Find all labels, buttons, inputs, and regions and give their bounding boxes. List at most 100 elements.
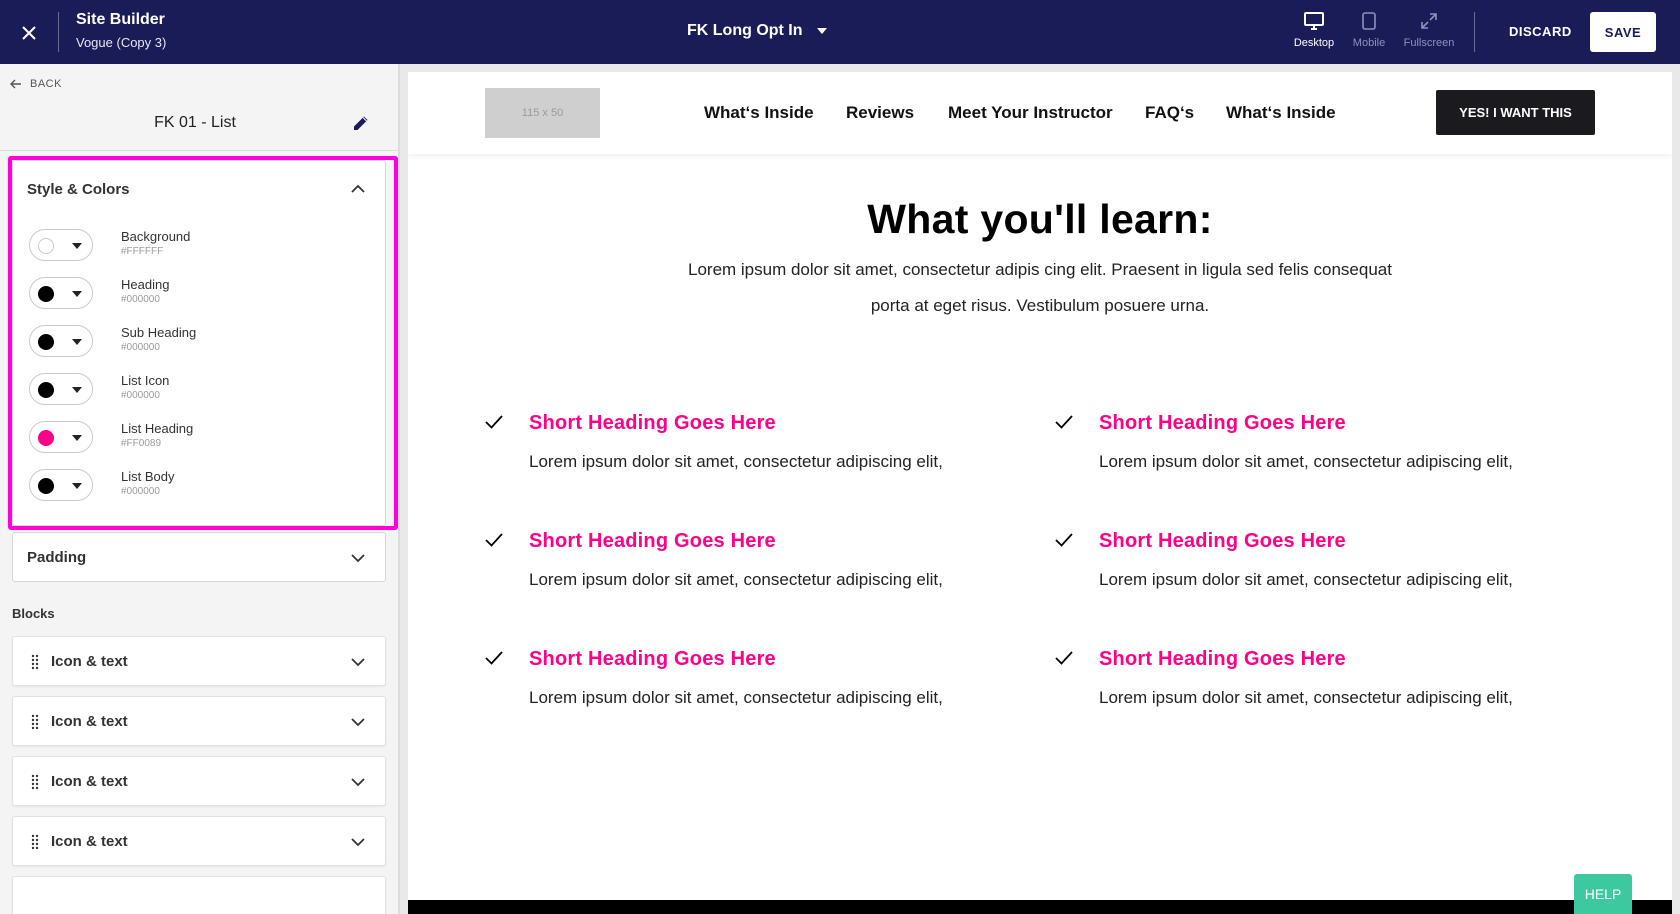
- style-colors-panel: Style & Colors Background #FFFFFF Headin…: [12, 160, 386, 526]
- chevron-down-icon: [351, 838, 365, 847]
- nav-link[interactable]: FAQ‘s: [1145, 103, 1194, 123]
- block-item[interactable]: Icon & text: [12, 816, 386, 866]
- list-heading-color-picker[interactable]: [29, 421, 93, 453]
- section-heading[interactable]: What you'll learn:: [408, 196, 1672, 243]
- background-color-picker[interactable]: [29, 229, 93, 261]
- check-icon: [485, 415, 503, 429]
- color-hex: #000000: [121, 342, 160, 353]
- nav-link[interactable]: Meet Your Instructor: [948, 103, 1113, 123]
- chevron-down-icon: [816, 28, 827, 34]
- caret-down-icon: [72, 483, 82, 489]
- list-icon-color-picker[interactable]: [29, 373, 93, 405]
- expand-block-button[interactable]: [351, 834, 367, 850]
- view-desktop-button[interactable]: Desktop: [1288, 12, 1340, 49]
- color-name: Sub Heading: [121, 325, 197, 340]
- sub-heading-color-picker[interactable]: [29, 325, 93, 357]
- block-item[interactable]: Icon & text: [12, 636, 386, 686]
- close-button[interactable]: [14, 18, 44, 48]
- nav-link[interactable]: What‘s Inside: [704, 103, 814, 123]
- chevron-down-icon: [351, 554, 365, 563]
- help-button[interactable]: HELP: [1574, 874, 1632, 914]
- list-heading: Short Heading Goes Here: [529, 530, 776, 552]
- heading-color-picker[interactable]: [29, 277, 93, 309]
- expand-padding-button[interactable]: [351, 550, 367, 566]
- monitor-icon: [1304, 12, 1324, 30]
- view-desktop-label: Desktop: [1293, 37, 1335, 49]
- color-row-list-body: List Body #000000: [29, 469, 369, 503]
- top-bar: Site Builder Vogue (Copy 3) FK Long Opt …: [0, 0, 1680, 64]
- edit-section-button[interactable]: [352, 114, 372, 134]
- color-name: List Heading: [121, 421, 194, 436]
- section-subheading[interactable]: Lorem ipsum dolor sit amet, consectetur …: [680, 252, 1400, 324]
- check-icon: [1055, 533, 1073, 547]
- chevron-down-icon: [351, 778, 365, 787]
- list-body: Lorem ipsum dolor sit amet, consectetur …: [1099, 688, 1513, 707]
- drag-handle-icon[interactable]: [31, 714, 39, 730]
- color-name: Background: [121, 229, 191, 244]
- color-row-sub-heading: Sub Heading #000000: [29, 325, 369, 359]
- phone-icon: [1362, 12, 1376, 30]
- list-heading: Short Heading Goes Here: [1099, 648, 1346, 670]
- caret-down-icon: [72, 291, 82, 297]
- view-fullscreen-button[interactable]: Fullscreen: [1403, 12, 1455, 49]
- list-body: Lorem ipsum dolor sit amet, consectetur …: [529, 688, 943, 707]
- sidebar: BACK FK 01 - List Style & Colors Backgro…: [0, 64, 400, 914]
- color-hex: #FFFFFF: [121, 246, 164, 257]
- color-swatch: [38, 382, 54, 398]
- style-colors-title: Style & Colors: [27, 181, 130, 198]
- site-header[interactable]: 115 x 50 What‘s Inside Reviews Meet Your…: [408, 72, 1672, 154]
- block-label: Icon & text: [51, 653, 128, 670]
- caret-down-icon: [72, 339, 82, 345]
- page-selector-label: FK Long Opt In: [687, 22, 803, 39]
- color-hex: #FF0089: [121, 438, 162, 449]
- list-body: Lorem ipsum dolor sit amet, consectetur …: [529, 452, 943, 471]
- nav-link[interactable]: Reviews: [846, 103, 914, 123]
- cta-button[interactable]: YES! I WANT THIS: [1436, 90, 1595, 135]
- app-title: Site Builder: [76, 11, 165, 28]
- arrow-left-icon: [10, 79, 21, 89]
- logo-placeholder[interactable]: 115 x 50: [485, 88, 600, 138]
- view-mobile-button[interactable]: Mobile: [1343, 12, 1395, 49]
- expand-block-button[interactable]: [351, 654, 367, 670]
- block-item[interactable]: Icon & text: [12, 696, 386, 746]
- pencil-icon: [354, 116, 368, 130]
- color-hex: #000000: [121, 486, 160, 497]
- collapse-style-button[interactable]: [351, 181, 367, 197]
- drag-handle-icon[interactable]: [31, 834, 39, 850]
- page-selector[interactable]: FK Long Opt In: [687, 22, 827, 40]
- color-row-list-heading: List Heading #FF0089: [29, 421, 369, 455]
- color-row-list-icon: List Icon #000000: [29, 373, 369, 407]
- section-title: FK 01 - List: [154, 114, 236, 131]
- save-button[interactable]: SAVE: [1590, 12, 1656, 52]
- drag-handle-icon[interactable]: [31, 654, 39, 670]
- list-body-color-picker[interactable]: [29, 469, 93, 501]
- drag-handle-icon[interactable]: [31, 774, 39, 790]
- caret-down-icon: [72, 387, 82, 393]
- color-name: Heading: [121, 277, 170, 292]
- color-swatch: [38, 334, 54, 350]
- color-row-heading: Heading #000000: [29, 277, 369, 311]
- padding-panel[interactable]: Padding: [12, 532, 386, 582]
- list-heading: Short Heading Goes Here: [529, 412, 776, 434]
- color-name: List Icon: [121, 373, 170, 388]
- color-hex: #000000: [121, 390, 160, 401]
- close-icon: [22, 26, 36, 40]
- discard-button[interactable]: DISCARD: [1497, 18, 1584, 46]
- list-body: Lorem ipsum dolor sit amet, consectetur …: [529, 570, 943, 589]
- check-icon: [1055, 415, 1073, 429]
- preview-page: 115 x 50 What‘s Inside Reviews Meet Your…: [408, 72, 1672, 914]
- nav-link[interactable]: What‘s Inside: [1226, 103, 1336, 123]
- chevron-down-icon: [351, 658, 365, 667]
- color-hex: #000000: [121, 294, 160, 305]
- block-item[interactable]: Icon & text: [12, 756, 386, 806]
- list-heading: Short Heading Goes Here: [1099, 412, 1346, 434]
- expand-block-button[interactable]: [351, 774, 367, 790]
- expand-block-button[interactable]: [351, 714, 367, 730]
- block-label: Icon & text: [51, 773, 128, 790]
- list-body: Lorem ipsum dolor sit amet, consectetur …: [1099, 452, 1513, 471]
- topbar-divider: [58, 12, 59, 52]
- sidebar-separator: [0, 150, 398, 151]
- block-item-partial[interactable]: [12, 876, 386, 914]
- block-label: Icon & text: [51, 713, 128, 730]
- back-button[interactable]: BACK: [10, 78, 62, 90]
